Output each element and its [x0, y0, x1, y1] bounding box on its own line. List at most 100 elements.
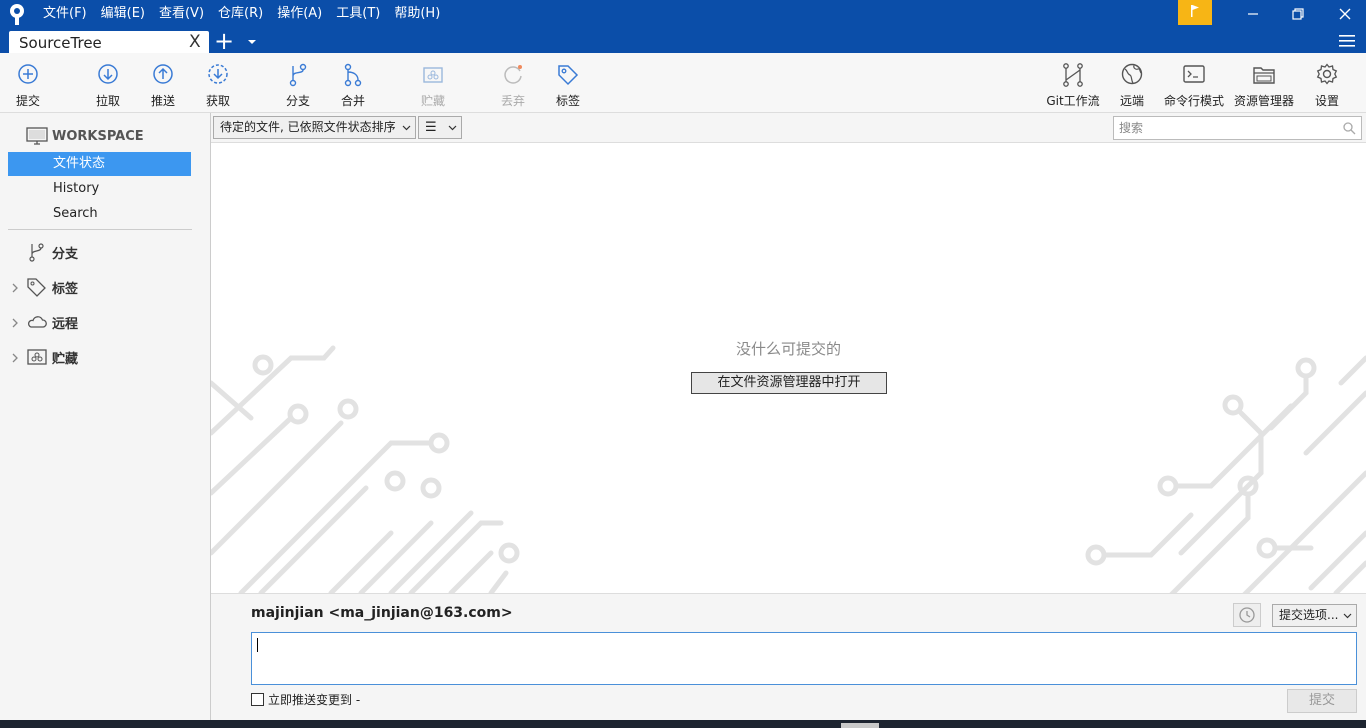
fetch-icon	[208, 64, 228, 84]
notification-flag-button[interactable]	[1178, 0, 1212, 25]
circuit-background-pattern	[211, 345, 1366, 593]
restore-button[interactable]	[1275, 0, 1321, 28]
chevron-down-icon	[448, 125, 457, 131]
folder-icon	[1253, 67, 1275, 84]
remotes-label: 远程	[52, 316, 79, 332]
menu-view[interactable]: 查看(V)	[152, 0, 211, 30]
fetch-toolbar-button[interactable]: 获取	[203, 53, 233, 113]
commit-history-button[interactable]	[1233, 603, 1261, 627]
branch-toolbar-button[interactable]: 分支	[283, 53, 313, 113]
view-mode-select[interactable]: ☰	[418, 116, 462, 139]
workspace-header: WORKSPACE	[26, 126, 144, 146]
sidebar-item-file-status[interactable]: 文件状态	[8, 152, 191, 176]
stash-icon	[423, 67, 443, 83]
remote-toolbar-button[interactable]: 远端	[1117, 53, 1147, 113]
main-panel: 待定的文件, 已依照文件状态排序 ☰ 搜索 没什么可提交的 在文件资源管理器中打…	[211, 113, 1366, 593]
sidebar: WORKSPACE 文件状态 History Search 分支 标签 远程 贮…	[0, 113, 211, 720]
commit-label: 提交	[15, 94, 40, 108]
minimize-button[interactable]	[1230, 0, 1276, 28]
menu-help[interactable]: 帮助(H)	[387, 0, 447, 30]
terminal-toolbar-button[interactable]: 命令行模式	[1162, 53, 1226, 113]
tag-icon	[27, 278, 46, 297]
discard-label: 丢弃	[500, 94, 525, 108]
push-toolbar-button[interactable]: 推送	[148, 53, 178, 113]
arrow-down-circle-icon	[98, 64, 118, 84]
commit-button[interactable]: 提交	[1287, 689, 1357, 713]
sidebar-section-remotes[interactable]: 远程	[26, 312, 78, 332]
menu-edit[interactable]: 编辑(E)	[94, 0, 152, 30]
workspace-label: WORKSPACE	[52, 128, 144, 144]
discard-icon	[504, 65, 522, 84]
sidebar-item-search[interactable]: Search	[8, 202, 191, 226]
merge-toolbar-button[interactable]: 合并	[338, 53, 368, 113]
plus-circle-icon	[18, 64, 38, 84]
git-flow-toolbar-button[interactable]: Git工作流	[1044, 53, 1102, 113]
sidebar-item-history[interactable]: History	[8, 177, 191, 201]
arrow-up-circle-icon	[153, 64, 173, 84]
explorer-toolbar-button[interactable]: 资源管理器	[1233, 53, 1295, 113]
stash-icon	[27, 349, 47, 365]
toolbar: 提交 拉取 推送 获取 分支 合并 贮藏 丢弃 标签 Git工作流 远端 命令行…	[0, 53, 1366, 113]
globe-icon	[1121, 63, 1143, 85]
sourcetree-logo-icon	[10, 4, 24, 25]
branches-label: 分支	[52, 246, 79, 262]
sidebar-section-tags[interactable]: 标签	[26, 277, 78, 297]
title-bar: 文件(F) 编辑(E) 查看(V) 仓库(R) 操作(A) 工具(T) 帮助(H…	[0, 0, 1366, 30]
new-tab-button[interactable]: +	[212, 29, 236, 53]
tab-bar: SourceTree X +	[0, 29, 1366, 55]
tab-sourcetree[interactable]: SourceTree X	[9, 31, 209, 55]
commit-panel: majinjian <ma_jinjian@163.com> 提交选项... 立…	[211, 593, 1366, 720]
sidebar-section-branches[interactable]: 分支	[26, 242, 78, 262]
tab-title: SourceTree	[19, 34, 102, 52]
search-icon	[1343, 122, 1356, 135]
chevron-down-icon	[1343, 613, 1352, 619]
commit-toolbar-button[interactable]: 提交	[13, 53, 43, 113]
push-immediately-checkbox[interactable]	[251, 693, 264, 706]
commit-options-dropdown[interactable]: 提交选项...	[1272, 604, 1357, 627]
chevron-right-icon[interactable]	[10, 353, 20, 363]
pull-toolbar-button[interactable]: 拉取	[93, 53, 123, 113]
chevron-right-icon[interactable]	[10, 283, 20, 293]
tab-close-button[interactable]: X	[189, 33, 205, 51]
menu-actions[interactable]: 操作(A)	[270, 0, 329, 30]
terminal-icon	[1183, 65, 1205, 83]
sidebar-section-stashes[interactable]: 贮藏	[26, 347, 78, 367]
stashes-label: 贮藏	[52, 351, 79, 367]
open-in-explorer-button[interactable]: 在文件资源管理器中打开	[691, 372, 887, 394]
list-icon: ☰	[425, 120, 437, 135]
push-immediately-label: 立即推送变更到 -	[268, 693, 361, 707]
sort-select-value: 待定的文件, 已依照文件状态排序	[220, 120, 396, 134]
fetch-label: 获取	[205, 94, 230, 108]
chevron-down-icon[interactable]	[245, 34, 259, 48]
clock-icon	[1239, 607, 1255, 623]
settings-toolbar-button[interactable]: 设置	[1312, 53, 1342, 113]
stash-toolbar-button[interactable]: 贮藏	[418, 53, 448, 113]
tag-icon	[558, 65, 579, 86]
cloud-icon	[27, 316, 47, 328]
chevron-right-icon[interactable]	[10, 318, 20, 328]
branch-icon	[29, 243, 44, 262]
menu-repository[interactable]: 仓库(R)	[211, 0, 270, 30]
sidebar-divider	[8, 229, 192, 230]
branch-label: 分支	[285, 94, 310, 108]
filter-bar: 待定的文件, 已依照文件状态排序 ☰ 搜索	[211, 113, 1366, 143]
discard-toolbar-button[interactable]: 丢弃	[498, 53, 528, 113]
restore-icon	[1292, 8, 1304, 20]
commit-options-label: 提交选项...	[1279, 608, 1339, 622]
explorer-label: 资源管理器	[1233, 94, 1294, 108]
git-flow-label: Git工作流	[1046, 94, 1100, 108]
chevron-down-icon	[402, 125, 411, 131]
taskbar	[0, 720, 1366, 728]
tag-toolbar-button[interactable]: 标签	[553, 53, 583, 113]
sort-select[interactable]: 待定的文件, 已依照文件状态排序	[213, 116, 416, 139]
text-cursor	[257, 638, 258, 652]
commit-message-input[interactable]	[251, 632, 1357, 685]
menu-file[interactable]: 文件(F)	[36, 0, 94, 30]
pull-label: 拉取	[95, 94, 120, 108]
hamburger-menu-icon[interactable]	[1338, 33, 1356, 49]
close-window-button[interactable]	[1322, 0, 1366, 28]
search-input[interactable]: 搜索	[1113, 116, 1362, 140]
menu-bar: 文件(F) 编辑(E) 查看(V) 仓库(R) 操作(A) 工具(T) 帮助(H…	[36, 0, 447, 30]
git-flow-icon	[1063, 63, 1083, 87]
menu-tools[interactable]: 工具(T)	[329, 0, 387, 30]
